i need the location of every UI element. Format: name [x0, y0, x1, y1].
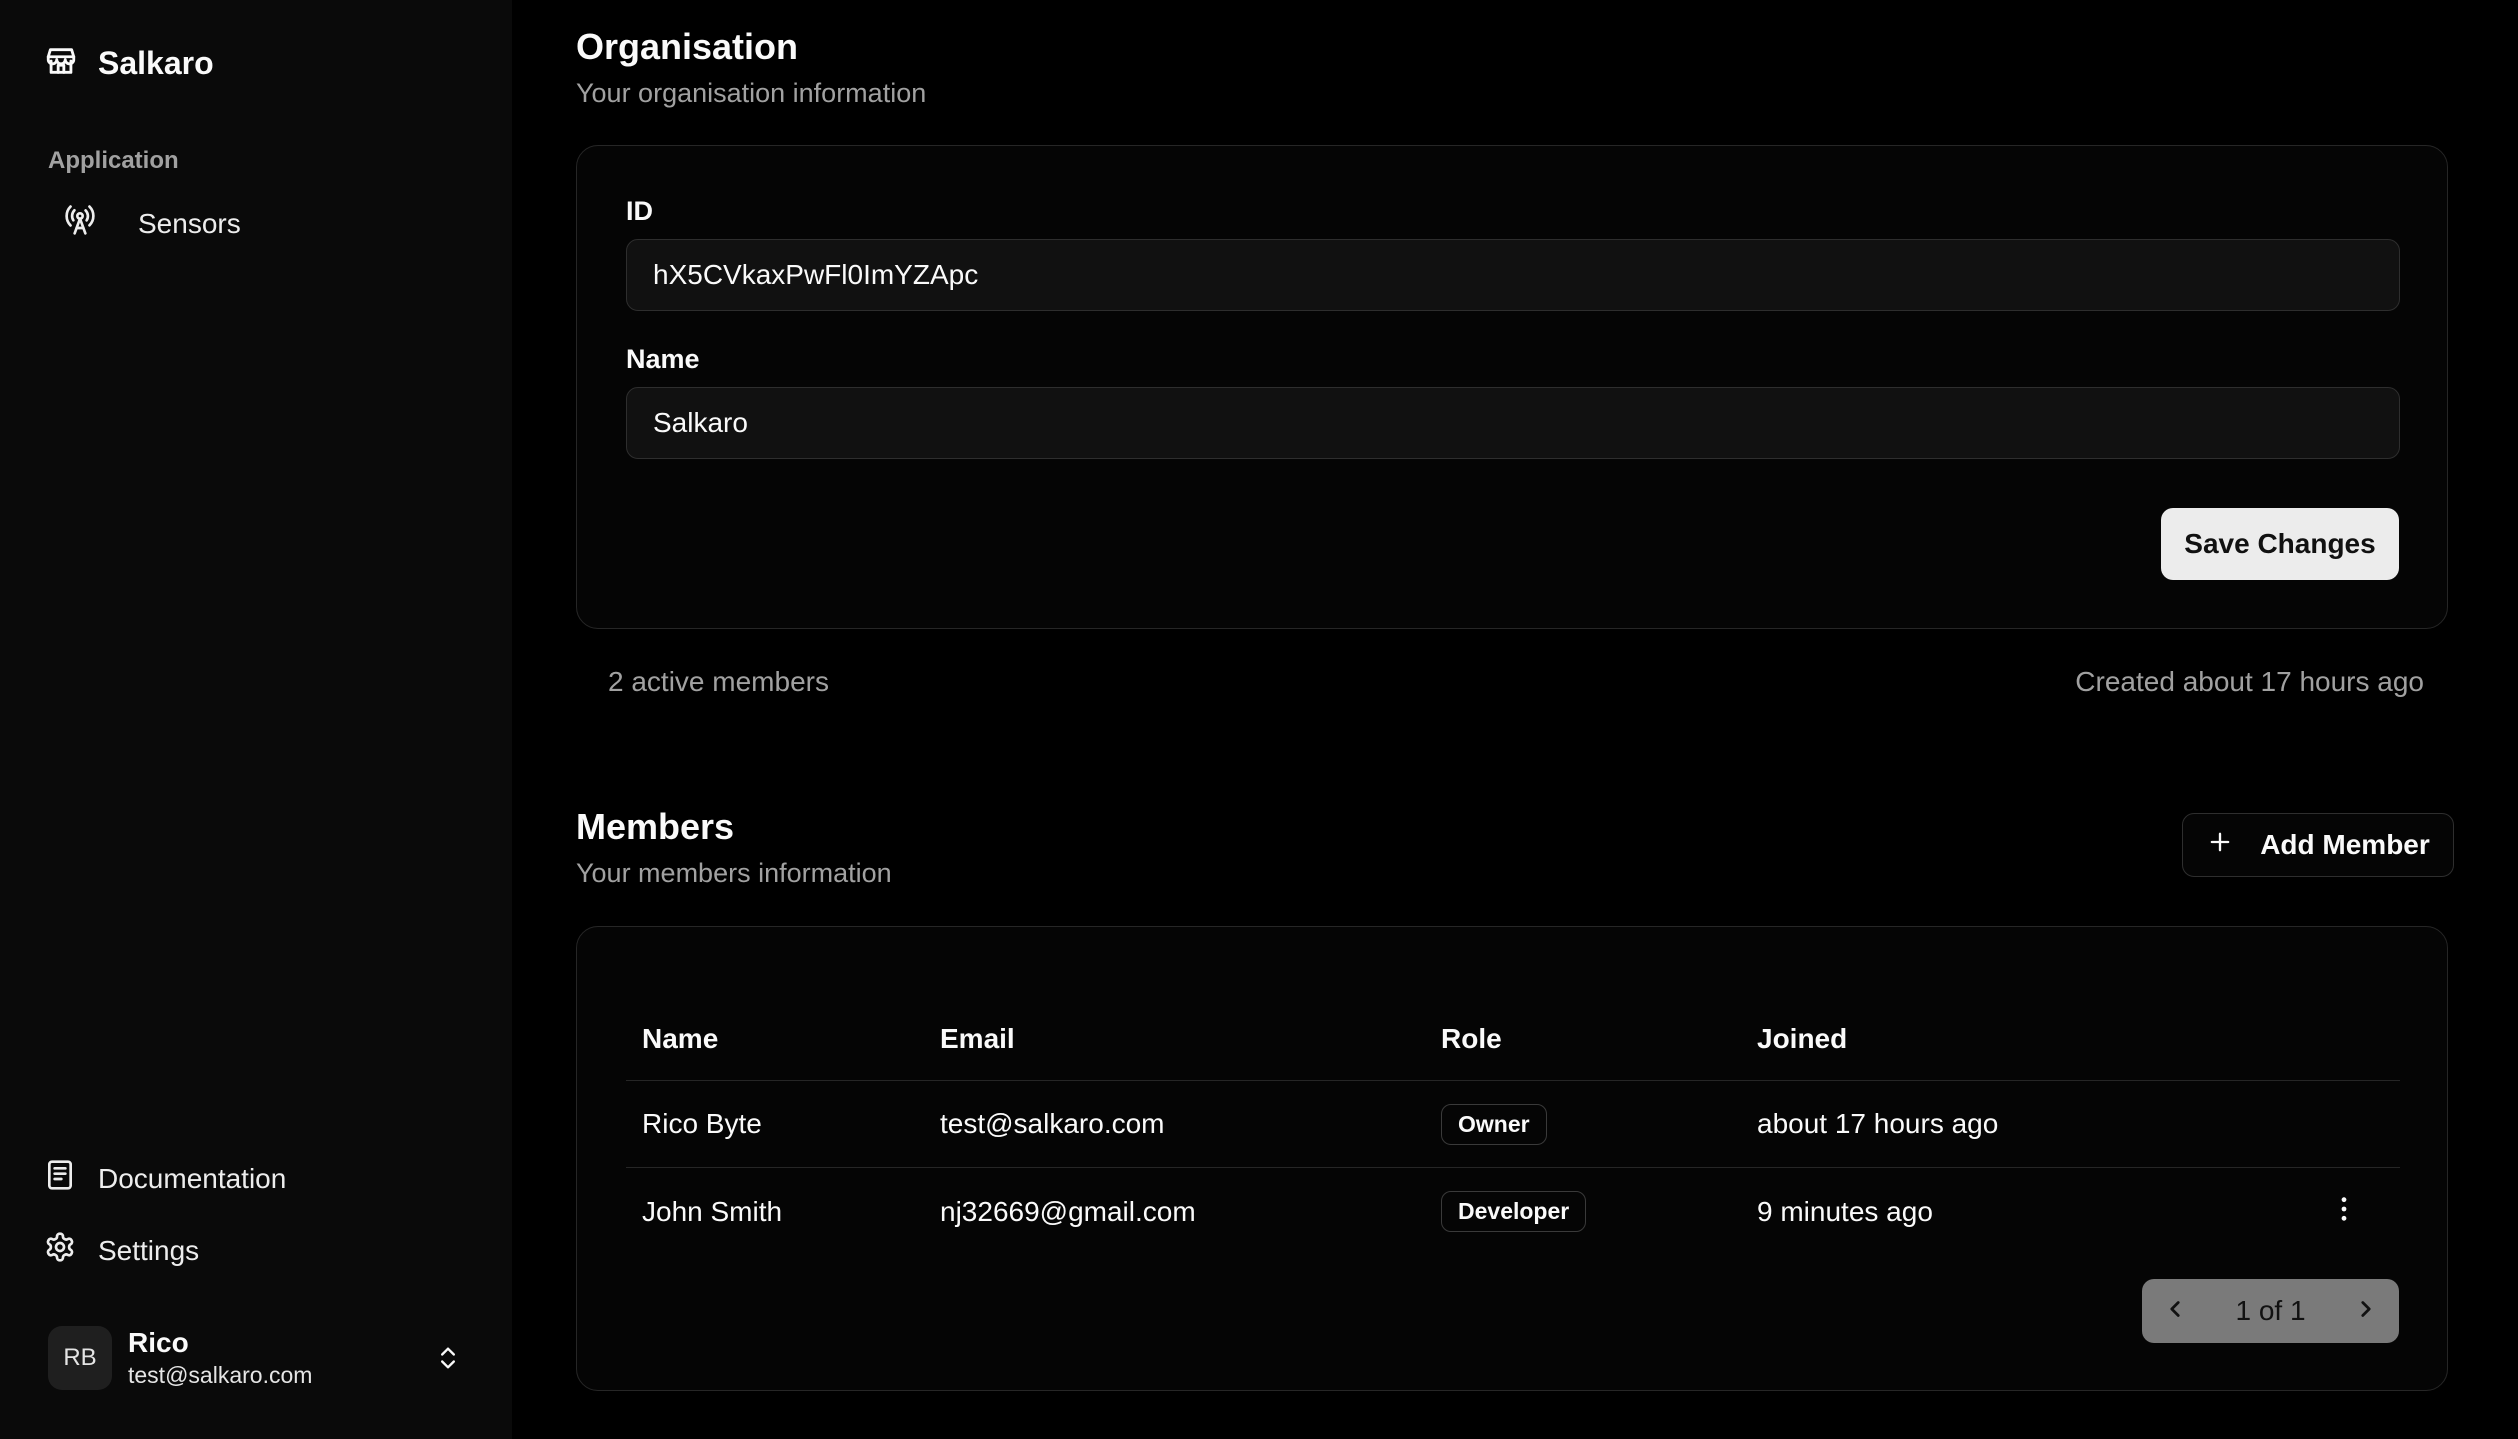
sidebar-item-documentation[interactable]: Documentation — [44, 1159, 286, 1198]
chevrons-up-down-icon[interactable] — [434, 1344, 462, 1372]
brand[interactable]: Salkaro — [44, 44, 214, 83]
column-header-email: Email — [940, 1022, 1015, 1054]
antenna-icon — [64, 204, 96, 243]
member-email: test@salkaro.com — [940, 1108, 1165, 1139]
main-content: Organisation Your organisation informati… — [512, 0, 2518, 1439]
pagination: 1 of 1 — [2142, 1279, 2399, 1343]
chevron-left-icon[interactable] — [2162, 1296, 2188, 1327]
sidebar-item-settings[interactable]: Settings — [44, 1231, 199, 1270]
name-input[interactable] — [626, 387, 2400, 459]
column-header-role: Role — [1441, 1022, 1502, 1054]
table-row: John Smith nj32669@gmail.com Developer 9… — [626, 1168, 2400, 1255]
user-menu[interactable]: RB Rico test@salkaro.com — [48, 1326, 468, 1390]
store-icon — [44, 44, 78, 83]
user-email: test@salkaro.com — [128, 1362, 313, 1388]
member-role: Owner — [1441, 1103, 1547, 1145]
sidebar-item-settings-label: Settings — [98, 1234, 200, 1266]
members-table: Name Email Role Joined Rico Byte test@sa… — [626, 997, 2400, 1255]
sidebar: Salkaro Application Sensors Documentatio… — [0, 0, 512, 1439]
add-member-label: Add Member — [2260, 829, 2430, 860]
members-title: Members — [576, 806, 735, 847]
member-joined: about 17 hours ago — [1757, 1108, 1999, 1139]
chevron-right-icon[interactable] — [2353, 1296, 2379, 1327]
member-name: Rico Byte — [642, 1108, 762, 1139]
book-icon — [44, 1159, 76, 1198]
name-label: Name — [626, 344, 700, 374]
sidebar-item-sensors-label: Sensors — [138, 207, 241, 239]
member-name: John Smith — [642, 1195, 783, 1227]
column-header-joined: Joined — [1757, 1022, 1848, 1054]
more-vertical-icon[interactable] — [2328, 1193, 2360, 1230]
avatar: RB — [48, 1326, 112, 1390]
organisation-card: ID Name Save Changes — [576, 145, 2448, 629]
active-members-count: 2 active members — [608, 666, 829, 697]
id-input[interactable] — [626, 239, 2400, 311]
table-row: Rico Byte test@salkaro.com Owner about 1… — [626, 1081, 2400, 1168]
members-card: Name Email Role Joined Rico Byte test@sa… — [576, 926, 2448, 1391]
pagination-label: 1 of 1 — [2235, 1295, 2306, 1326]
organisation-title: Organisation — [576, 26, 799, 67]
role-badge: Owner — [1441, 1103, 1547, 1145]
members-subtitle: Your members information — [576, 858, 892, 888]
column-header-name: Name — [642, 1022, 719, 1054]
app: Salkaro Application Sensors Documentatio… — [0, 0, 2518, 1439]
table-header: Name Email Role Joined — [626, 997, 2400, 1081]
id-label: ID — [626, 196, 653, 226]
sidebar-group-label: Application — [48, 147, 179, 174]
user-info: Rico test@salkaro.com — [128, 1326, 312, 1390]
sidebar-item-documentation-label: Documentation — [98, 1162, 287, 1194]
add-member-button[interactable]: Add Member — [2182, 813, 2454, 877]
gear-icon — [44, 1231, 76, 1270]
member-joined: 9 minutes ago — [1757, 1195, 1933, 1227]
role-badge: Developer — [1441, 1191, 1587, 1232]
member-email: nj32669@gmail.com — [940, 1195, 1196, 1227]
plus-icon — [2206, 828, 2234, 863]
organisation-subtitle: Your organisation information — [576, 78, 927, 108]
sidebar-item-sensors[interactable]: Sensors — [44, 204, 241, 243]
user-name: Rico — [128, 1327, 189, 1358]
member-role: Developer — [1441, 1191, 1587, 1232]
created-timestamp: Created about 17 hours ago — [2075, 666, 2424, 697]
brand-name: Salkaro — [98, 45, 214, 81]
save-changes-button[interactable]: Save Changes — [2161, 508, 2399, 580]
